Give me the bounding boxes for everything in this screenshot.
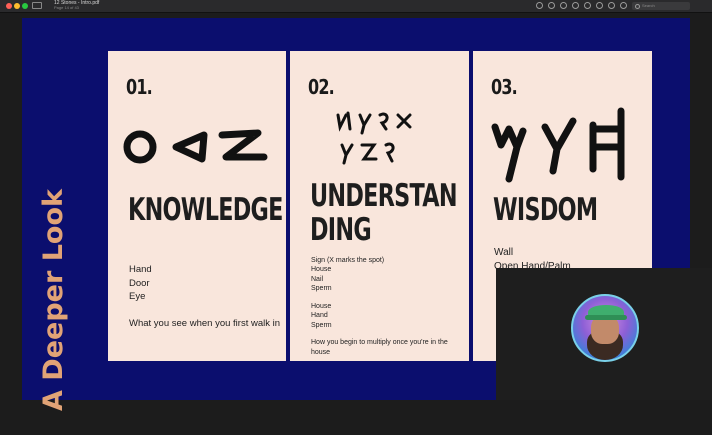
card-description: How you begin to multiply once you're in… [311, 339, 448, 356]
list-item: Sign (X marks the spot) [311, 257, 385, 264]
card-heading: WISDOM [493, 192, 598, 228]
card-knowledge: 01. KNOWLEDGE Hand Door Eye What you see… [108, 51, 286, 361]
page-indicator: Page 14 of 43 [54, 5, 79, 10]
window-titlebar: 12 Stones - Intro.pdf Page 14 of 43 Sear… [0, 0, 712, 13]
list-item: Hand [311, 312, 328, 320]
video-overlay[interactable] [496, 268, 712, 400]
heading-line: UNDERSTAN [310, 178, 458, 214]
list-item: Eye [129, 291, 146, 302]
markup-icon[interactable] [608, 2, 615, 9]
card-number: 02. [308, 75, 335, 99]
search-icon [635, 4, 640, 9]
heading-line: DING [310, 212, 372, 248]
rotate-icon[interactable] [596, 2, 603, 9]
avatar-cap-brim [585, 315, 627, 320]
list-item: Wall [494, 247, 514, 258]
card-heading: KNOWLEDGE [128, 192, 283, 228]
search-placeholder: Search [642, 3, 655, 8]
card-heading: UNDERSTAN DING [310, 178, 458, 248]
list-item: House [311, 303, 332, 310]
zoom-window-button[interactable] [22, 3, 28, 9]
list-item: Sperm [311, 321, 332, 329]
paleo-hebrew-glyphs-icon [336, 111, 412, 165]
card-items: Hand Door Eye [129, 263, 152, 304]
list-item: Nail [311, 275, 324, 283]
paleo-hebrew-glyphs-icon [491, 107, 625, 183]
list-item: House [311, 266, 332, 274]
info-icon[interactable] [536, 2, 543, 9]
card-items: Sign (X marks the spot) House Nail Sperm [311, 256, 384, 294]
share-icon[interactable] [572, 2, 579, 9]
card-number: 01. [126, 75, 153, 99]
sidebar-toggle-icon[interactable] [32, 2, 42, 9]
toolbar-icons [536, 2, 627, 10]
list-item: Sperm [311, 285, 332, 293]
close-window-button[interactable] [6, 3, 12, 9]
card-understanding: 02. UNDERSTAN DING Sign (X marks the spo… [290, 51, 469, 361]
minimize-window-button[interactable] [14, 3, 20, 9]
form-icon[interactable] [620, 2, 627, 9]
list-item: Door [129, 277, 150, 289]
card-items-secondary: House Hand Sperm [311, 302, 332, 330]
avatar [571, 294, 639, 362]
search-field[interactable]: Search [632, 2, 690, 10]
card-description: What you see when you first walk in [129, 318, 281, 329]
highlight-icon[interactable] [584, 2, 591, 9]
zoom-in-icon[interactable] [560, 2, 567, 9]
vertical-title: A Deeper Look [38, 189, 69, 411]
zoom-out-icon[interactable] [548, 2, 555, 9]
card-number: 03. [491, 75, 518, 99]
paleo-hebrew-glyphs-icon [123, 129, 268, 164]
list-item: Hand [129, 264, 152, 275]
